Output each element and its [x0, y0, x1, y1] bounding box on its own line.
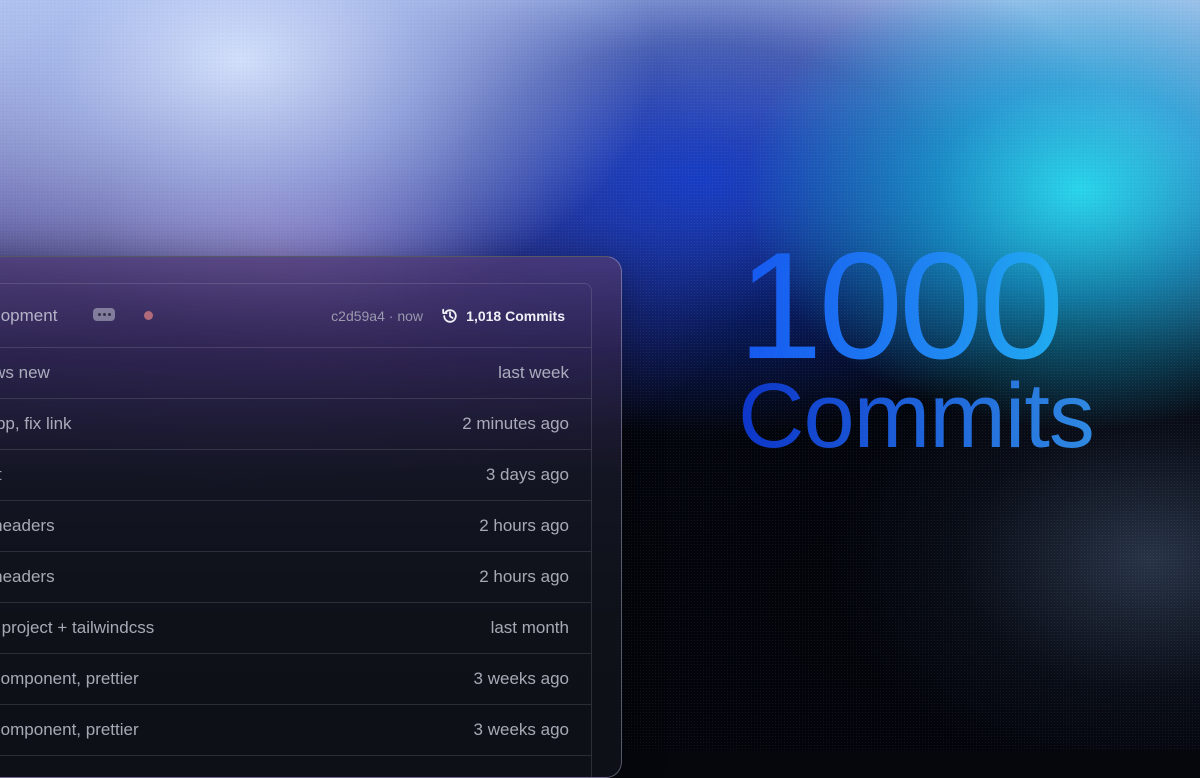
- commit-row[interactable]: rkflows new last week: [0, 348, 591, 399]
- history-icon: [442, 308, 457, 323]
- status-dot-icon[interactable]: [144, 311, 153, 320]
- commit-table-header: velopment c2d59a4 · now 1,018 Commits: [0, 284, 591, 348]
- commit-row[interactable]: itch component, prettier 3 weeks ago: [0, 705, 591, 756]
- commit-row[interactable]: asset 3 days ago: [0, 450, 591, 501]
- commit-time: 3 weeks ago: [473, 720, 569, 739]
- hero-number: 1000: [738, 230, 1198, 382]
- commit-time: 3 weeks ago: [473, 669, 569, 688]
- commit-row[interactable]: nse headers 2 hours ago: [0, 552, 591, 603]
- commit-message[interactable]: s webp, fix link: [0, 399, 72, 449]
- commit-time: last month: [490, 618, 569, 637]
- commit-message[interactable]: asset: [0, 450, 2, 500]
- ellipsis-icon[interactable]: [93, 308, 115, 321]
- commit-table: velopment c2d59a4 · now 1,018 Commits rk…: [0, 283, 592, 777]
- commits-count-link[interactable]: 1,018 Commits: [440, 284, 565, 347]
- repository-window: velopment c2d59a4 · now 1,018 Commits rk…: [0, 256, 622, 778]
- commit-time: last week: [498, 363, 569, 382]
- branch-label[interactable]: velopment: [0, 284, 57, 347]
- hero-word: Commits: [738, 370, 1198, 462]
- commit-time: 2 hours ago: [479, 516, 569, 535]
- commits-count-label: 1,018 Commits: [466, 307, 565, 324]
- commit-message[interactable]: rkflows new: [0, 348, 50, 398]
- latest-commit-sha[interactable]: c2d59a4 · now: [331, 284, 423, 347]
- commit-message[interactable]: nse headers: [0, 501, 55, 551]
- commit-row[interactable]: nse headers 2 hours ago: [0, 501, 591, 552]
- commit-row[interactable]: itch component, prettier 3 weeks ago: [0, 654, 591, 705]
- commit-row[interactable]: s webp, fix link 2 minutes ago: [0, 399, 591, 450]
- hero-title: 1000 Commits: [738, 230, 1198, 462]
- commit-row[interactable]: t vite project + tailwindcss last month: [0, 603, 591, 654]
- commit-message[interactable]: t vite project + tailwindcss: [0, 603, 154, 653]
- commit-time: 3 days ago: [485, 465, 569, 484]
- commit-message[interactable]: itch component, prettier: [0, 654, 139, 704]
- commit-time: 2 hours ago: [479, 567, 569, 586]
- commit-message[interactable]: nse headers: [0, 552, 55, 602]
- commit-message[interactable]: itch component, prettier: [0, 705, 139, 755]
- commit-time: 2 minutes ago: [462, 414, 569, 433]
